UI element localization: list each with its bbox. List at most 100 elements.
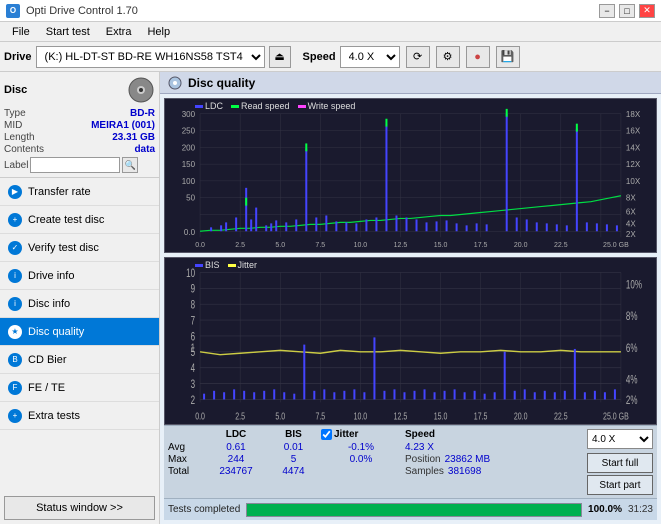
svg-text:3: 3 bbox=[191, 379, 196, 392]
jitter-label: Jitter bbox=[334, 429, 358, 440]
avg-ldc: 0.61 bbox=[206, 442, 266, 453]
svg-text:4%: 4% bbox=[626, 374, 638, 387]
jitter-checkbox[interactable] bbox=[321, 429, 332, 440]
disc-quality-icon bbox=[168, 76, 182, 90]
speed-label: Speed bbox=[303, 51, 336, 63]
eject-button[interactable]: ⏏ bbox=[269, 46, 291, 68]
nav-label-verify-test-disc: Verify test disc bbox=[28, 242, 99, 254]
progress-time: 31:23 bbox=[628, 504, 653, 515]
svg-text:0.0: 0.0 bbox=[195, 410, 205, 422]
start-full-button[interactable]: Start full bbox=[587, 453, 653, 473]
menu-extra[interactable]: Extra bbox=[98, 24, 140, 40]
disc-type-row: Type BD-R bbox=[4, 108, 155, 119]
svg-text:17.5: 17.5 bbox=[474, 242, 488, 249]
avg-row: Avg 0.61 0.01 -0.1% 4.23 X bbox=[168, 442, 579, 453]
nav-icon-extra-tests: + bbox=[8, 409, 22, 423]
svg-text:10X: 10X bbox=[626, 177, 641, 186]
nav-item-cd-bier[interactable]: B CD Bier bbox=[0, 346, 159, 374]
svg-text:18X: 18X bbox=[626, 110, 641, 119]
total-ldc: 234767 bbox=[206, 466, 266, 477]
read-speed-dot bbox=[231, 105, 239, 108]
test-speed-select[interactable]: 4.0 X bbox=[587, 429, 653, 449]
svg-text:4X: 4X bbox=[626, 219, 636, 228]
app-title: Opti Drive Control 1.70 bbox=[26, 5, 138, 17]
svg-text:15.0: 15.0 bbox=[434, 242, 448, 249]
content-header: Disc quality bbox=[160, 72, 661, 94]
disc-type-label: Type bbox=[4, 108, 26, 119]
menu-file[interactable]: File bbox=[4, 24, 38, 40]
speed-select[interactable]: 4.0 X bbox=[340, 46, 400, 68]
legend-jitter: Jitter bbox=[228, 260, 258, 270]
burn-button[interactable]: ● bbox=[466, 46, 490, 68]
spin-button[interactable]: ⟳ bbox=[406, 46, 430, 68]
nav-label-fe-te: FE / TE bbox=[28, 382, 65, 394]
menu-starttest[interactable]: Start test bbox=[38, 24, 98, 40]
svg-text:100: 100 bbox=[182, 177, 196, 186]
svg-text:25.0 GB: 25.0 GB bbox=[603, 242, 629, 249]
disc-length-row: Length 23.31 GB bbox=[4, 132, 155, 143]
settings-button[interactable]: ⚙ bbox=[436, 46, 460, 68]
disc-label-button[interactable]: 🔍 bbox=[122, 157, 138, 173]
svg-text:2: 2 bbox=[191, 394, 196, 407]
svg-text:25.0 GB: 25.0 GB bbox=[603, 410, 629, 422]
legend-ldc-label: LDC bbox=[205, 101, 223, 111]
bottom-area: BIS Jitter bbox=[164, 257, 657, 520]
progress-percent: 100.0% bbox=[588, 504, 622, 515]
nav-item-verify-test-disc[interactable]: ✓ Verify test disc bbox=[0, 234, 159, 262]
svg-text:10%: 10% bbox=[626, 279, 642, 292]
progress-bar-area: Tests completed 100.0% 31:23 bbox=[164, 498, 657, 520]
svg-text:10.0: 10.0 bbox=[354, 410, 368, 422]
position-label: Position bbox=[405, 454, 441, 465]
titlebar-left: O Opti Drive Control 1.70 bbox=[6, 4, 138, 18]
max-ldc: 244 bbox=[206, 454, 266, 465]
nav-icon-create-test-disc: + bbox=[8, 213, 22, 227]
nav-icon-transfer-rate: ▶ bbox=[8, 185, 22, 199]
top-chart-legend: LDC Read speed Write speed bbox=[195, 101, 355, 111]
svg-text:0.0: 0.0 bbox=[184, 228, 196, 237]
menu-help[interactable]: Help bbox=[139, 24, 178, 40]
svg-text:6X: 6X bbox=[626, 208, 636, 217]
sidebar: Disc Type BD-R MID MEIRA1 (001) Length 2… bbox=[0, 72, 160, 524]
disc-panel: Disc Type BD-R MID MEIRA1 (001) Length 2… bbox=[0, 72, 159, 178]
nav-icon-verify-test-disc: ✓ bbox=[8, 241, 22, 255]
bis-col-header: BIS bbox=[266, 429, 321, 440]
total-bis: 4474 bbox=[266, 466, 321, 477]
nav-item-create-test-disc[interactable]: + Create test disc bbox=[0, 206, 159, 234]
save-button[interactable]: 💾 bbox=[496, 46, 520, 68]
maximize-button[interactable]: □ bbox=[619, 4, 635, 18]
legend-jitter-label: Jitter bbox=[238, 260, 258, 270]
jitter-col-header: Jitter bbox=[321, 429, 401, 440]
nav-item-drive-info[interactable]: i Drive info bbox=[0, 262, 159, 290]
start-part-button[interactable]: Start part bbox=[587, 475, 653, 495]
nav-icon-disc-quality: ★ bbox=[8, 325, 22, 339]
nav-item-disc-quality[interactable]: ★ Disc quality bbox=[0, 318, 159, 346]
svg-text:17.5: 17.5 bbox=[474, 410, 488, 422]
nav-item-fe-te[interactable]: F FE / TE bbox=[0, 374, 159, 402]
svg-text:16X: 16X bbox=[626, 127, 641, 136]
disc-label-row: Label 🔍 bbox=[4, 157, 155, 173]
nav-label-extra-tests: Extra tests bbox=[28, 410, 80, 422]
close-button[interactable]: ✕ bbox=[639, 4, 655, 18]
max-jitter: 0.0% bbox=[321, 454, 401, 465]
svg-text:15.0: 15.0 bbox=[434, 410, 448, 422]
status-text: Tests completed bbox=[168, 504, 240, 515]
svg-text:8%: 8% bbox=[626, 311, 638, 324]
legend-bis: BIS bbox=[195, 260, 220, 270]
svg-text:9: 9 bbox=[191, 283, 196, 296]
status-window-button[interactable]: Status window >> bbox=[4, 496, 155, 520]
nav-label-disc-info: Disc info bbox=[28, 298, 70, 310]
svg-text:5.0: 5.0 bbox=[275, 410, 285, 422]
nav-item-extra-tests[interactable]: + Extra tests bbox=[0, 402, 159, 430]
disc-label-input[interactable] bbox=[30, 157, 120, 173]
svg-text:50: 50 bbox=[186, 194, 195, 203]
nav-items: ▶ Transfer rate + Create test disc ✓ Ver… bbox=[0, 178, 159, 492]
stats-bar: LDC BIS Jitter Speed Avg bbox=[164, 425, 657, 498]
speed-col-header: Speed bbox=[405, 429, 435, 440]
nav-item-disc-info[interactable]: i Disc info bbox=[0, 290, 159, 318]
max-label: Max bbox=[168, 454, 206, 465]
drive-select[interactable]: (K:) HL-DT-ST BD-RE WH16NS58 TST4 bbox=[36, 46, 265, 68]
nav-item-transfer-rate[interactable]: ▶ Transfer rate bbox=[0, 178, 159, 206]
disc-panel-title: Disc bbox=[4, 84, 27, 96]
minimize-button[interactable]: − bbox=[599, 4, 615, 18]
disc-length-value: 23.31 GB bbox=[112, 132, 155, 143]
